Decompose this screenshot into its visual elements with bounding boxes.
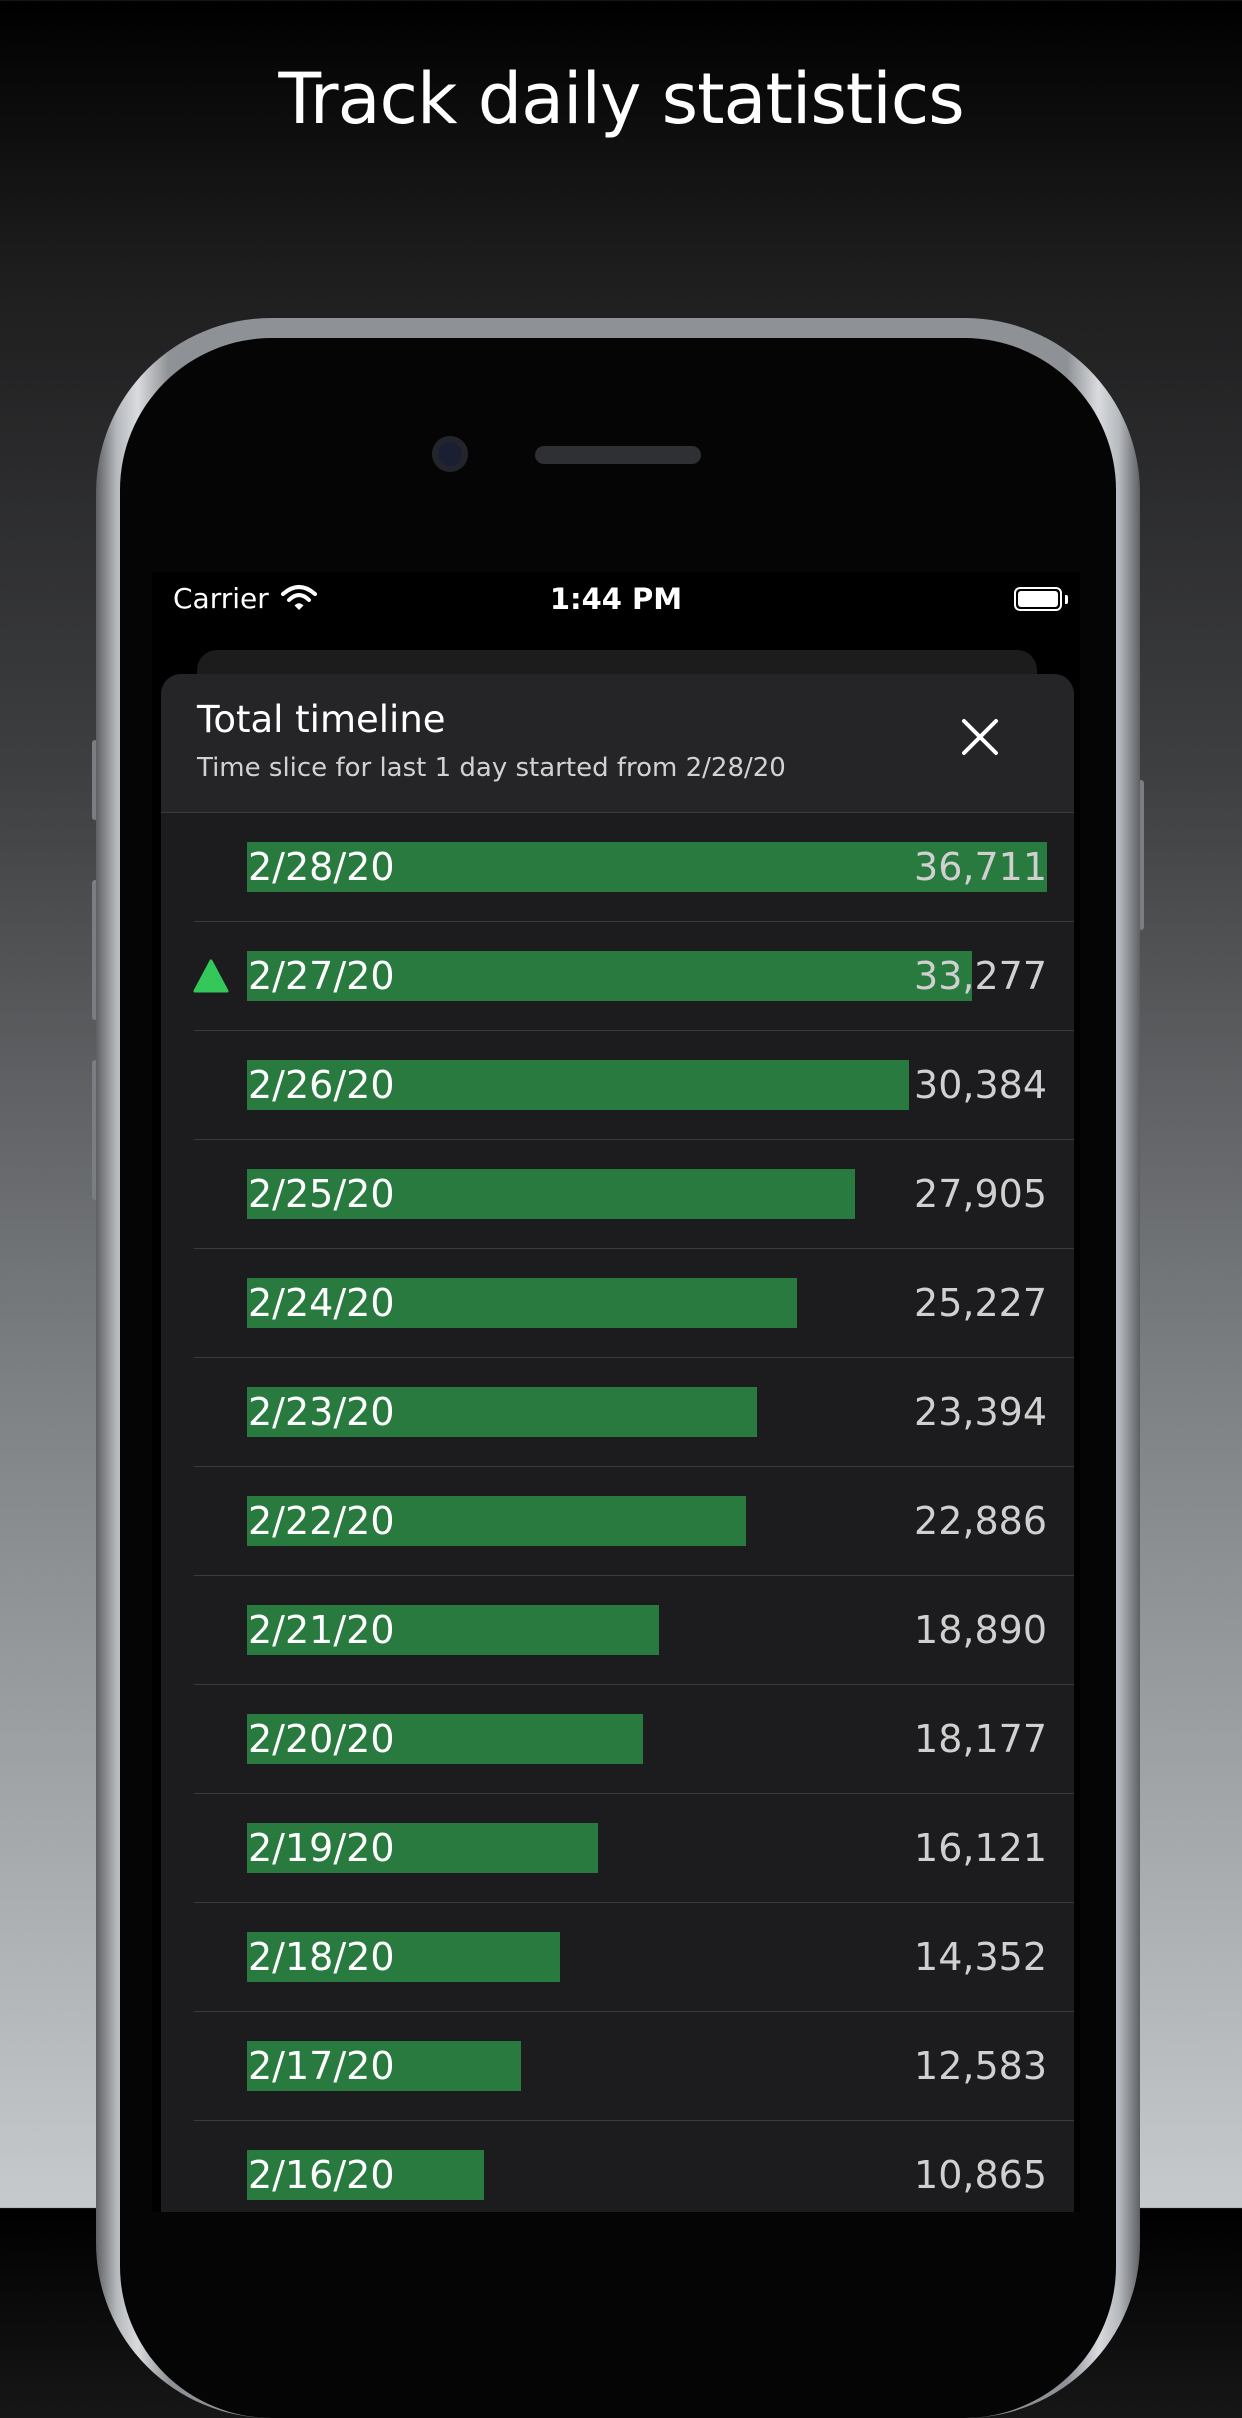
row-divider (194, 1139, 1074, 1140)
row-value: 25,227 (914, 1281, 1047, 1325)
row-divider (194, 1793, 1074, 1794)
row-divider (194, 1248, 1074, 1249)
status-time: 1:44 PM (549, 582, 683, 616)
row-value: 30,384 (914, 1063, 1047, 1107)
row-divider (194, 2011, 1074, 2012)
row-divider (194, 1575, 1074, 1576)
battery-icon (1014, 587, 1062, 611)
timeline-row[interactable]: 2/27/20 33,277 (161, 921, 1074, 1030)
row-value: 10,865 (914, 2153, 1047, 2197)
row-divider (194, 2120, 1074, 2121)
sheet-title: Total timeline (197, 698, 446, 741)
row-divider (194, 921, 1074, 922)
row-date: 2/24/20 (248, 1281, 395, 1325)
sheet-header: Total timeline Time slice for last 1 day… (161, 674, 1074, 812)
timeline-list: 2/28/20 36,711 2/27/20 33,277 2/26/20 30,384 2… (161, 812, 1074, 2212)
status-bar: Carrier 1:44 PM (152, 572, 1080, 628)
timeline-row[interactable]: 2/21/20 18,890 (161, 1575, 1074, 1684)
row-date: 2/27/20 (248, 954, 395, 998)
page-headline: Track daily statistics (278, 58, 964, 140)
row-date: 2/17/20 (248, 2044, 395, 2088)
front-camera (432, 436, 468, 472)
row-value: 33,277 (914, 954, 1047, 998)
row-date: 2/23/20 (248, 1390, 395, 1434)
row-divider (194, 1357, 1074, 1358)
battery-cap (1065, 595, 1068, 604)
timeline-row[interactable]: 2/24/20 25,227 (161, 1248, 1074, 1357)
row-divider (161, 812, 1074, 813)
row-value: 27,905 (914, 1172, 1047, 1216)
row-date: 2/28/20 (248, 845, 395, 889)
row-divider (194, 1902, 1074, 1903)
row-date: 2/22/20 (248, 1499, 395, 1543)
row-value: 22,886 (914, 1499, 1047, 1543)
row-date: 2/19/20 (248, 1826, 395, 1870)
row-value: 16,121 (914, 1826, 1047, 1870)
timeline-row[interactable]: 2/19/20 16,121 (161, 1793, 1074, 1902)
row-date: 2/25/20 (248, 1172, 395, 1216)
timeline-row[interactable]: 2/18/20 14,352 (161, 1902, 1074, 2011)
timeline-row[interactable]: 2/26/20 30,384 (161, 1030, 1074, 1139)
timeline-row[interactable]: 2/16/20 10,865 (161, 2120, 1074, 2212)
timeline-row[interactable]: 2/20/20 18,177 (161, 1684, 1074, 1793)
row-date: 2/21/20 (248, 1608, 395, 1652)
row-value: 14,352 (914, 1935, 1047, 1979)
row-date: 2/26/20 (248, 1063, 395, 1107)
earpiece-speaker (535, 446, 701, 464)
row-value: 23,394 (914, 1390, 1047, 1434)
row-divider (194, 1684, 1074, 1685)
timeline-row[interactable]: 2/28/20 36,711 (161, 812, 1074, 921)
row-divider (194, 1030, 1074, 1031)
timeline-row[interactable]: 2/25/20 27,905 (161, 1139, 1074, 1248)
timeline-row[interactable]: 2/23/20 23,394 (161, 1357, 1074, 1466)
row-date: 2/16/20 (248, 2153, 395, 2197)
row-value: 18,890 (914, 1608, 1047, 1652)
phone-screen: Carrier 1:44 PM Total timeline Time slic… (152, 572, 1080, 2212)
row-value: 12,583 (914, 2044, 1047, 2088)
timeline-row[interactable]: 2/17/20 12,583 (161, 2011, 1074, 2120)
sheet-subtitle: Time slice for last 1 day started from 2… (197, 753, 786, 783)
timeline-sheet: Total timeline Time slice for last 1 day… (161, 674, 1074, 2212)
trend-up-icon (193, 959, 229, 993)
row-date: 2/18/20 (248, 1935, 395, 1979)
row-value: 18,177 (914, 1717, 1047, 1761)
row-divider (194, 1466, 1074, 1467)
row-value: 36,711 (914, 845, 1047, 889)
row-date: 2/20/20 (248, 1717, 395, 1761)
close-icon[interactable] (961, 718, 999, 756)
timeline-row[interactable]: 2/22/20 22,886 (161, 1466, 1074, 1575)
